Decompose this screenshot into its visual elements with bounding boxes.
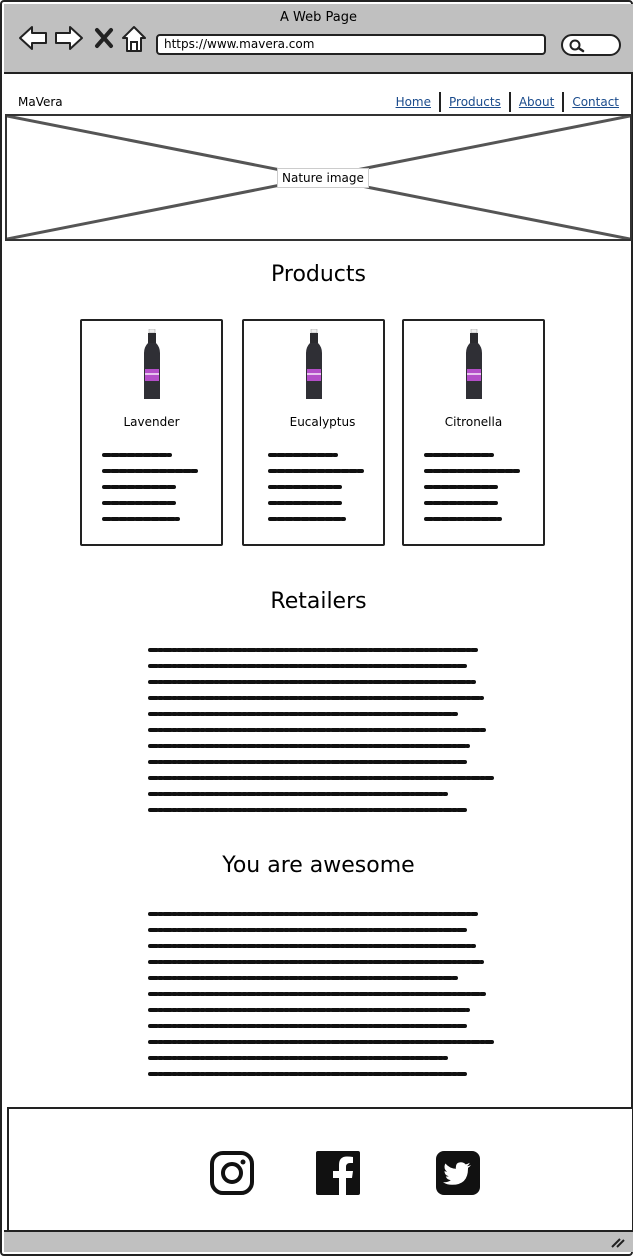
hero-image-placeholder: Nature image: [5, 114, 632, 241]
retailers-heading: Retailers: [270, 589, 367, 614]
placeholder-text-scribble: [424, 453, 520, 521]
product-name: Lavender: [123, 415, 180, 429]
nav-contact-link[interactable]: Contact: [564, 95, 627, 109]
site-header: MaVera Home Products About Contact: [4, 76, 633, 114]
product-bottle-image: [144, 329, 160, 399]
twitter-icon[interactable]: [436, 1151, 480, 1195]
browser-status-bar: [4, 1230, 633, 1252]
product-name: Eucalyptus: [289, 415, 356, 429]
resize-grip-icon[interactable]: [611, 1236, 625, 1248]
instagram-icon[interactable]: [210, 1151, 254, 1195]
product-card[interactable]: Eucalyptus: [242, 319, 385, 546]
window-title: A Web Page: [280, 10, 357, 25]
main-nav: Home Products About Contact: [388, 92, 627, 112]
browser-search-field[interactable]: [561, 34, 621, 56]
address-bar[interactable]: https://www.mavera.com: [156, 34, 546, 55]
product-bottle-image: [466, 329, 482, 399]
hero-image-label: Nature image: [277, 168, 369, 188]
placeholder-text-scribble: [268, 453, 364, 521]
browser-toolbar: A Web Page https://www.mavera.com: [4, 4, 633, 74]
products-heading: Products: [271, 262, 366, 287]
home-icon[interactable]: [120, 24, 148, 54]
site-footer: [7, 1107, 633, 1232]
product-card[interactable]: Lavender: [80, 319, 223, 546]
awesome-heading: You are awesome: [222, 853, 415, 878]
search-icon: [569, 39, 585, 53]
awesome-text-scribble: [148, 912, 494, 1076]
placeholder-text-scribble: [102, 453, 198, 521]
nav-about-link[interactable]: About: [511, 95, 562, 109]
product-name: Citronella: [444, 415, 503, 429]
nav-home-link[interactable]: Home: [388, 95, 439, 109]
retailers-text-scribble: [148, 648, 494, 812]
product-bottle-image: [306, 329, 322, 399]
product-card[interactable]: Citronella: [402, 319, 545, 546]
forward-arrow-icon[interactable]: [54, 24, 84, 52]
browser-window: A Web Page https://www.mavera.com MaVera…: [0, 0, 633, 1256]
facebook-icon[interactable]: [316, 1151, 360, 1195]
close-icon[interactable]: [94, 27, 114, 49]
site-logo[interactable]: MaVera: [18, 95, 63, 109]
back-arrow-icon[interactable]: [18, 24, 48, 52]
nav-products-link[interactable]: Products: [441, 95, 509, 109]
